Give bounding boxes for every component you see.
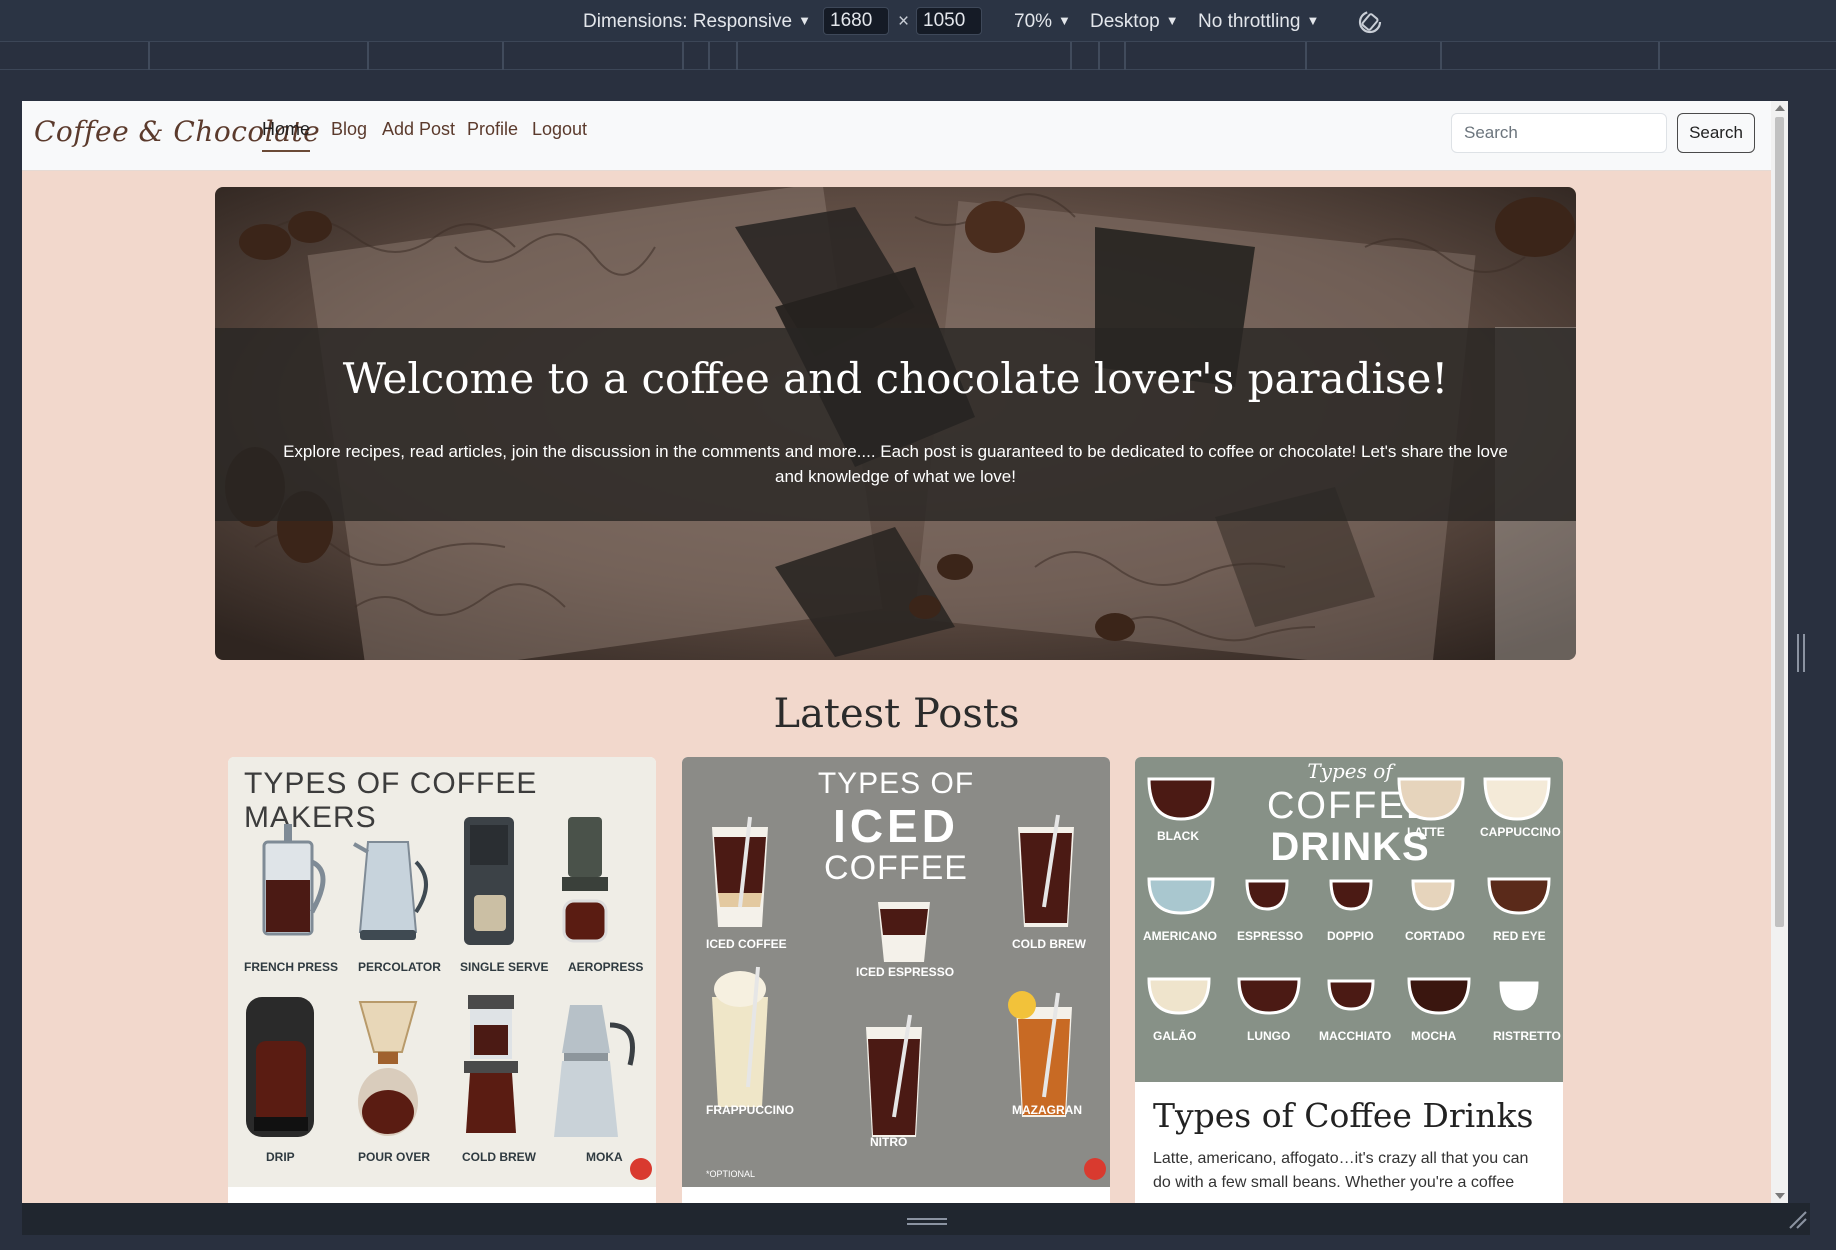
scroll-down-icon[interactable] — [1775, 1193, 1785, 1199]
nav-blog[interactable]: Blog — [331, 119, 367, 150]
dimensions-dropdown[interactable]: Dimensions: Responsive ▼ — [583, 9, 811, 34]
resize-handle-right[interactable] — [1797, 634, 1805, 672]
item-label: GALÃO — [1153, 1029, 1197, 1043]
device-dropdown[interactable]: Desktop ▼ — [1090, 9, 1179, 34]
item-label: COLD BREW — [1012, 937, 1086, 951]
nav-logout[interactable]: Logout — [532, 119, 587, 150]
item-label: NITRO — [870, 1135, 908, 1149]
item-label: PERCOLATOR — [358, 960, 441, 974]
resize-corner-icon[interactable] — [1786, 1208, 1808, 1230]
scrollbar-thumb[interactable] — [1775, 117, 1784, 927]
search-input[interactable]: Search — [1451, 113, 1667, 153]
item-label: ICED ESPRESSO — [856, 965, 955, 979]
nav-home[interactable]: Home — [262, 119, 311, 152]
devtools-toolbar: Dimensions: Responsive ▼ 1680 × 1050 70% ▼… — [0, 0, 1836, 42]
nav-add-post[interactable]: Add Post — [382, 119, 455, 150]
chevron-down-icon: ▼ — [798, 13, 811, 28]
height-input[interactable]: 1050 — [916, 7, 982, 35]
item-label: ICED COFFEE — [706, 937, 787, 951]
item-label: RISTRETTO — [1493, 1029, 1561, 1043]
item-label: POUR OVER — [358, 1150, 431, 1164]
item-label: FRENCH PRESS — [244, 960, 339, 974]
hero-text: Explore recipes, read articles, join the… — [283, 442, 1508, 486]
item-label: LUNGO — [1247, 1029, 1291, 1043]
item-label: MOKA — [586, 1150, 623, 1164]
vertical-scrollbar[interactable] — [1771, 101, 1788, 1203]
devtools-bottom-bar — [22, 1203, 1810, 1235]
post-card[interactable]: TYPES OF ICED COFFEE ICED COFFEE ICED ES… — [682, 757, 1110, 1203]
item-label: MACCHIATO — [1319, 1029, 1392, 1043]
latest-posts-heading: Latest Posts — [773, 691, 1020, 737]
item-label: ESPRESSO — [1237, 929, 1304, 943]
rotate-icon[interactable] — [1356, 8, 1384, 36]
hero-banner: Welcome to a coffee and chocolate lover'… — [215, 187, 1576, 660]
hero-title: Welcome to a coffee and chocolate lover'… — [342, 354, 1449, 403]
chevron-down-icon: ▼ — [1058, 13, 1071, 28]
width-input[interactable]: 1680 — [823, 7, 889, 35]
resize-handle-bottom[interactable] — [907, 1218, 947, 1225]
item-label: BLACK — [1157, 829, 1199, 843]
device-label: Desktop — [1090, 11, 1160, 32]
hero-overlay: Welcome to a coffee and chocolate lover'… — [215, 328, 1576, 521]
dimensions-label: Dimensions: Responsive — [583, 11, 793, 32]
item-label: CAPPUCCINO — [1480, 825, 1561, 839]
item-label: AMERICANO — [1143, 929, 1217, 943]
media-query-ruler[interactable] — [0, 42, 1836, 70]
post-card-image[interactable]: Types of COFFEE DRINKS BLACK LATTE CAPPU… — [1135, 757, 1563, 1082]
search-button[interactable]: Search — [1677, 113, 1755, 153]
zoom-label: 70% — [1014, 11, 1053, 32]
post-card[interactable]: Types of COFFEE DRINKS BLACK LATTE CAPPU… — [1135, 757, 1563, 1203]
chevron-down-icon: ▼ — [1306, 13, 1320, 28]
throttling-label: No throttling — [1198, 11, 1301, 32]
item-label: RED EYE — [1493, 929, 1546, 943]
post-card-image[interactable]: TYPES OF COFFEE MAKERS FRENCH PRESS PERC… — [228, 757, 656, 1187]
item-label: CORTADO — [1405, 929, 1465, 943]
page-viewport: Coffee & Chocolate Home Blog Add Post Pr… — [22, 101, 1771, 1203]
post-card-image[interactable]: TYPES OF ICED COFFEE ICED COFFEE ICED ES… — [682, 757, 1110, 1187]
times-separator: × — [898, 11, 910, 32]
zoom-dropdown[interactable]: 70% ▼ — [1014, 9, 1071, 34]
throttling-dropdown[interactable]: No throttling ▼ — [1198, 9, 1319, 34]
post-card-excerpt: Latte, americano, affogato…it's crazy al… — [1153, 1150, 1529, 1191]
navbar: Coffee & Chocolate Home Blog Add Post Pr… — [22, 101, 1771, 171]
scroll-up-icon[interactable] — [1775, 105, 1785, 111]
item-label: LATTE — [1407, 825, 1445, 839]
nav-profile[interactable]: Profile — [467, 119, 518, 150]
item-label: COLD BREW — [462, 1150, 536, 1164]
post-card[interactable]: TYPES OF COFFEE MAKERS FRENCH PRESS PERC… — [228, 757, 656, 1203]
chevron-down-icon: ▼ — [1165, 13, 1179, 28]
post-card-title[interactable]: Types of Coffee Drinks — [1153, 1096, 1533, 1135]
item-label: AEROPRESS — [568, 960, 644, 974]
poster-footnote: *OPTIONAL — [706, 1169, 756, 1179]
item-label: MAZAGRAN — [1012, 1103, 1082, 1117]
item-label: DRIP — [266, 1150, 295, 1164]
item-label: DOPPIO — [1327, 929, 1374, 943]
item-label: MOCHA — [1411, 1029, 1457, 1043]
item-label: SINGLE SERVE — [460, 960, 549, 974]
item-label: FRAPPUCCINO — [706, 1103, 795, 1117]
